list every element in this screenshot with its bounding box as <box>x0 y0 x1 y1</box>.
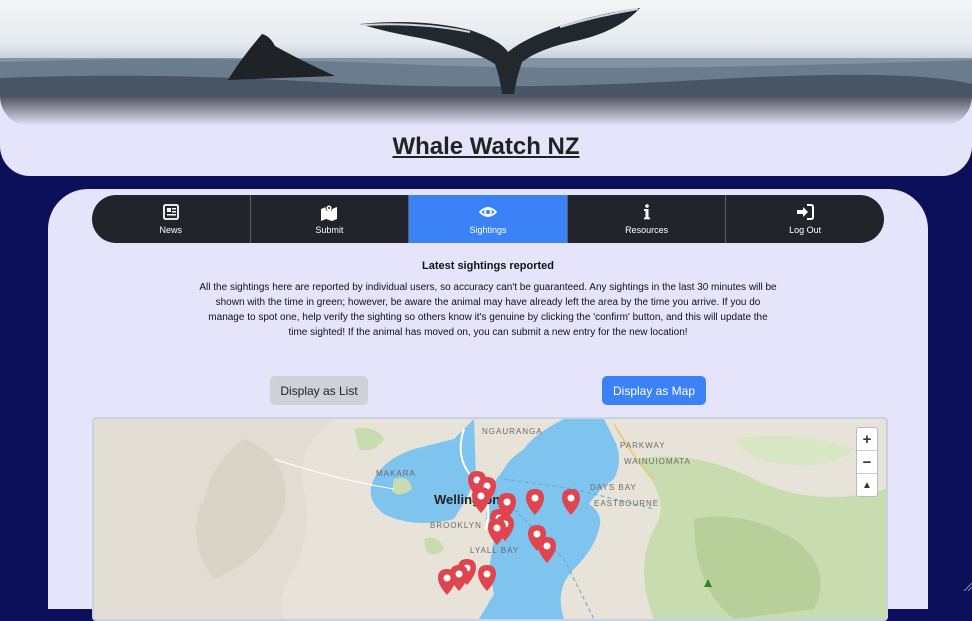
newspaper-icon <box>162 204 179 220</box>
display-as-list-button[interactable]: Display as List <box>270 376 368 405</box>
sighting-marker[interactable] <box>472 487 490 513</box>
map-marker-icon <box>321 204 338 221</box>
map-label-eastbourne: EASTBOURNE <box>594 499 660 508</box>
nav-item-sightings[interactable]: Sightings <box>409 195 568 243</box>
resize-grip-icon <box>963 582 972 591</box>
map-label-parkway: PARKWAY <box>620 441 666 450</box>
zoom-out-button[interactable]: − <box>857 451 877 474</box>
nav-label-news: News <box>159 225 183 235</box>
map-label-days-bay: DAYS BAY <box>590 483 637 492</box>
nav-label-resources: Resources <box>625 225 669 235</box>
sightings-intro-text: All the sightings here are reported by i… <box>199 282 777 338</box>
nav-bar: News Submit Sightings Resources Log Out <box>92 195 884 243</box>
eye-icon <box>478 207 497 217</box>
nav-item-resources[interactable]: Resources <box>568 195 727 243</box>
sightings-heading: Latest sightings reported <box>421 260 555 272</box>
sightings-map[interactable]: NGAURANGA MAKARA Wellington BROOKLYN LYA… <box>92 417 888 621</box>
map-zoom-controls: + − ▲ <box>856 427 878 497</box>
sighting-marker[interactable] <box>562 489 580 515</box>
nav-label-sightings: Sightings <box>469 225 507 235</box>
display-as-map-button[interactable]: Display as Map <box>602 376 706 405</box>
info-icon <box>643 204 650 220</box>
map-label-wainuiomata: WAINUIOMATA <box>624 457 691 466</box>
sighting-marker[interactable] <box>488 519 506 545</box>
main-content: News Submit Sightings Resources Log Out … <box>48 189 928 621</box>
nav-label-submit: Submit <box>315 225 344 235</box>
whale-banner-image <box>0 0 972 96</box>
nav-label-log-out: Log Out <box>789 225 822 235</box>
nav-item-news[interactable]: News <box>92 195 251 243</box>
header: Whale Watch NZ <box>0 0 972 176</box>
sign-in-icon <box>797 204 815 220</box>
sighting-marker[interactable] <box>526 489 544 515</box>
nav-item-log-out[interactable]: Log Out <box>726 195 884 243</box>
sighting-marker[interactable] <box>538 537 556 563</box>
map-label-makara: MAKARA <box>376 469 416 478</box>
sighting-marker[interactable] <box>438 569 456 595</box>
banner-shadow <box>0 96 972 126</box>
map-label-brooklyn: BROOKLYN <box>430 521 482 530</box>
map-label-ngauranga: NGAURANGA <box>482 427 543 436</box>
nav-item-submit[interactable]: Submit <box>251 195 410 243</box>
map-label-lyall-bay: LYALL BAY <box>470 546 520 555</box>
site-title[interactable]: Whale Watch NZ <box>0 133 972 161</box>
sighting-marker[interactable] <box>478 565 496 591</box>
reset-bearing-button[interactable]: ▲ <box>857 474 877 496</box>
zoom-in-button[interactable]: + <box>857 428 877 451</box>
